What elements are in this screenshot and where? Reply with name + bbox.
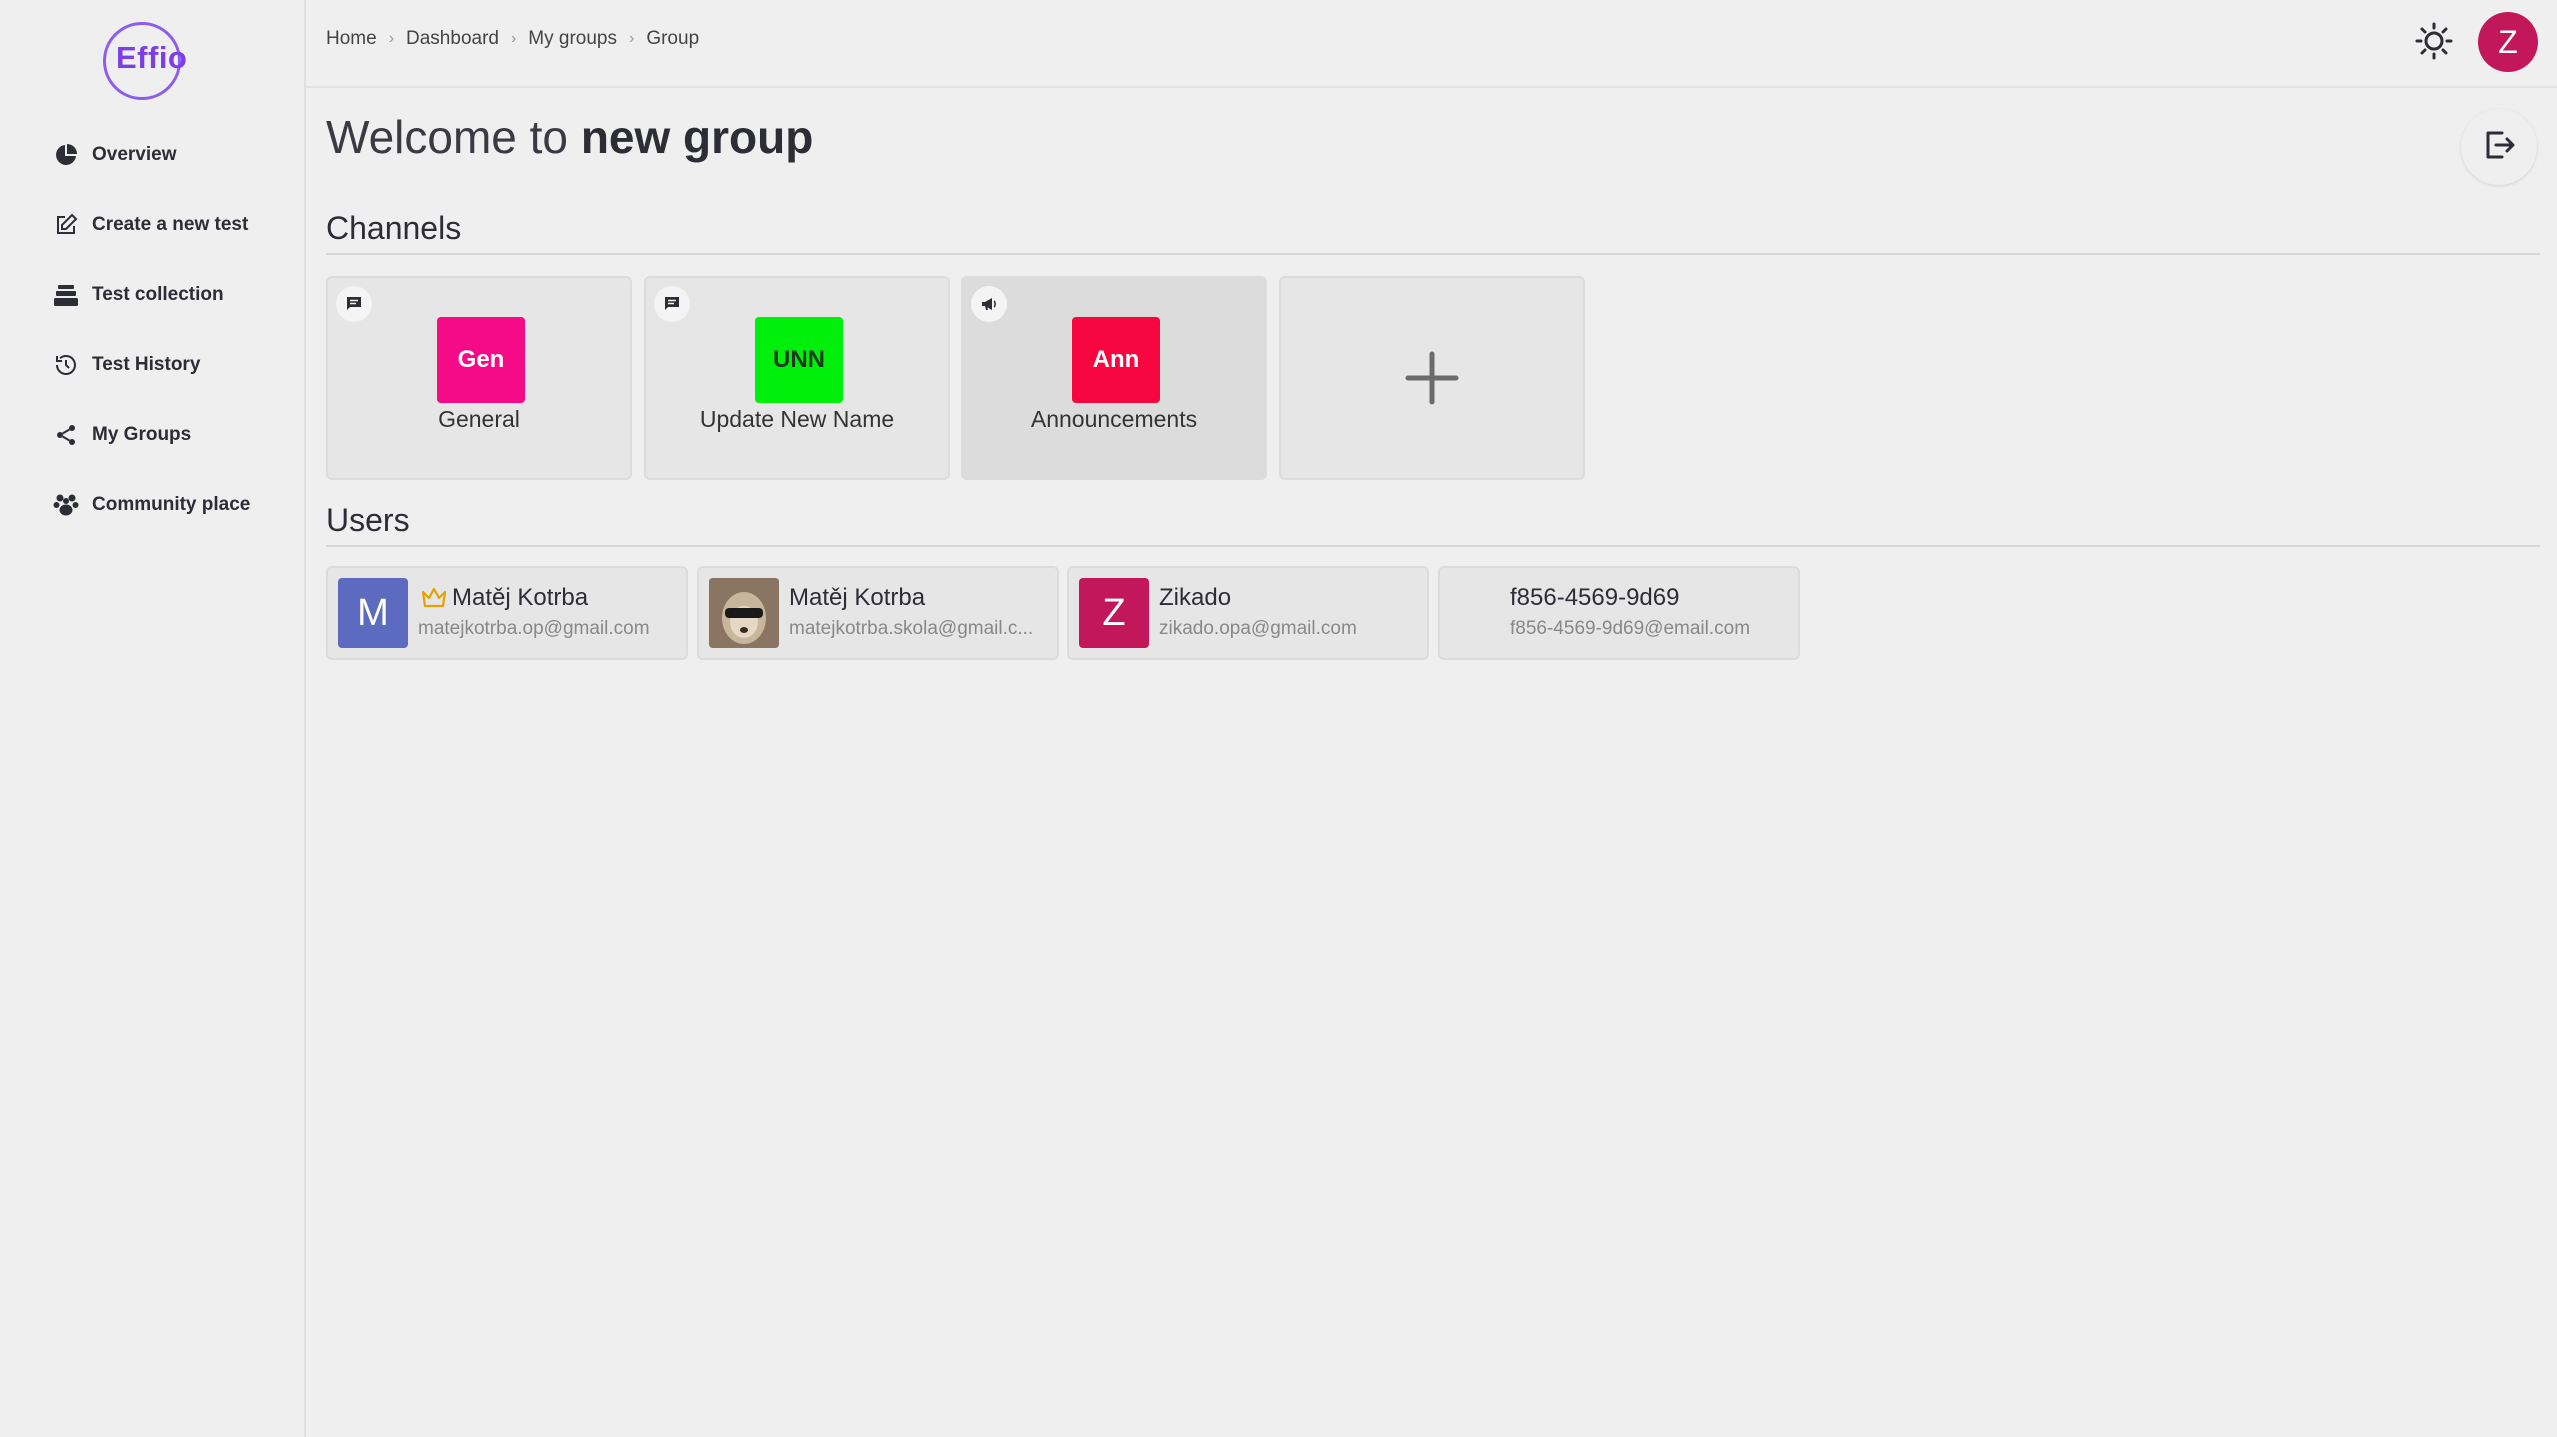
user-card[interactable]: Matěj Kotrba matejkotrba.skola@gmail.c..… [697, 566, 1059, 660]
breadcrumb-group: Group [646, 28, 700, 49]
chevron-right-icon: › [510, 30, 517, 47]
users-heading: Users [326, 502, 410, 538]
sidebar: Effio Overview Create a new test Test co… [0, 0, 306, 1437]
sidebar-item-create-test[interactable]: Create a new test [52, 205, 248, 245]
sidebar-item-my-groups[interactable]: My Groups [52, 415, 191, 455]
megaphone-icon [971, 286, 1007, 322]
history-icon [52, 351, 80, 379]
user-name: Matěj Kotrba [789, 584, 926, 611]
chevron-right-icon: › [629, 30, 635, 47]
app-logo[interactable]: Effio [116, 40, 187, 76]
breadcrumb-home[interactable]: Home [326, 28, 377, 50]
sidebar-item-label: Overview [92, 144, 177, 165]
channel-name: Update New Name [699, 406, 895, 432]
user-card[interactable]: Z Zikado zikado.opa@gmail.com [1067, 566, 1429, 660]
user-email: matejkotrba.op@gmail.com [418, 618, 650, 639]
sidebar-item-label: Community place [92, 494, 251, 515]
top-header: Home › Dashboard › My groups › Group [306, 0, 2557, 88]
user-avatar: M [338, 578, 408, 648]
channel-card-update-new-name[interactable]: UNN Update New Name [644, 276, 950, 480]
sidebar-item-label: Create a new test [92, 214, 249, 235]
channel-card-announcements[interactable]: Ann Announcements [961, 276, 1267, 480]
users-divider [326, 545, 2540, 547]
breadcrumb-dashboard[interactable]: Dashboard [406, 28, 499, 50]
user-name: Matěj Kotrba [452, 584, 589, 611]
share-icon [52, 421, 80, 449]
chevron-right-icon: › [388, 30, 395, 47]
page-title: Welcome to new group [326, 110, 813, 164]
sidebar-item-test-collection[interactable]: Test collection [52, 275, 224, 315]
channel-badge: Ann [1072, 317, 1160, 403]
group-name: new group [580, 111, 814, 163]
stack-icon [52, 281, 80, 309]
chat-icon [654, 286, 690, 322]
plus-icon [1281, 278, 1583, 478]
sidebar-item-label: Test History [92, 354, 201, 375]
user-email: matejkotrba.skola@gmail.c... [789, 618, 1034, 639]
channel-card-general[interactable]: Gen General [326, 276, 632, 480]
breadcrumb: Home › Dashboard › My groups › Group [326, 28, 699, 50]
sidebar-item-community-place[interactable]: Community place [52, 485, 250, 525]
leave-group-button[interactable] [2461, 109, 2537, 185]
edit-icon [52, 211, 80, 239]
user-email: zikado.opa@gmail.com [1159, 618, 1357, 639]
sidebar-item-test-history[interactable]: Test History [52, 345, 200, 385]
channel-badge: UNN [755, 317, 843, 403]
logout-icon [2482, 128, 2516, 167]
welcome-prefix: Welcome to [326, 111, 569, 163]
paw-icon [52, 491, 80, 519]
sidebar-item-overview[interactable]: Overview [52, 135, 177, 175]
crown-icon [420, 586, 448, 615]
user-card[interactable]: M Matěj Kotrba matejkotrba.op@gmail.com [326, 566, 688, 660]
user-name: f856-4569-9d69 [1510, 584, 1680, 611]
user-email: f856-4569-9d69@email.com [1510, 618, 1751, 639]
channel-name: General [438, 406, 520, 432]
chat-icon [336, 286, 372, 322]
add-channel-button[interactable] [1279, 276, 1585, 480]
user-name: Zikado [1159, 584, 1232, 611]
pie-chart-icon [52, 141, 80, 169]
sun-icon[interactable] [2414, 21, 2454, 61]
channel-name: Announcements [1030, 406, 1198, 432]
channel-badge: Gen [437, 317, 525, 403]
user-card[interactable]: f856-4569-9d69 f856-4569-9d69@email.com [1438, 566, 1800, 660]
user-photo [709, 578, 779, 648]
channels-heading: Channels [326, 210, 462, 246]
sidebar-item-label: Test collection [92, 284, 224, 305]
user-avatar[interactable]: Z [2478, 12, 2538, 72]
channels-divider [326, 253, 2540, 255]
sidebar-item-label: My Groups [92, 424, 192, 445]
user-avatar: Z [1079, 578, 1149, 648]
breadcrumb-my-groups[interactable]: My groups [528, 28, 617, 50]
